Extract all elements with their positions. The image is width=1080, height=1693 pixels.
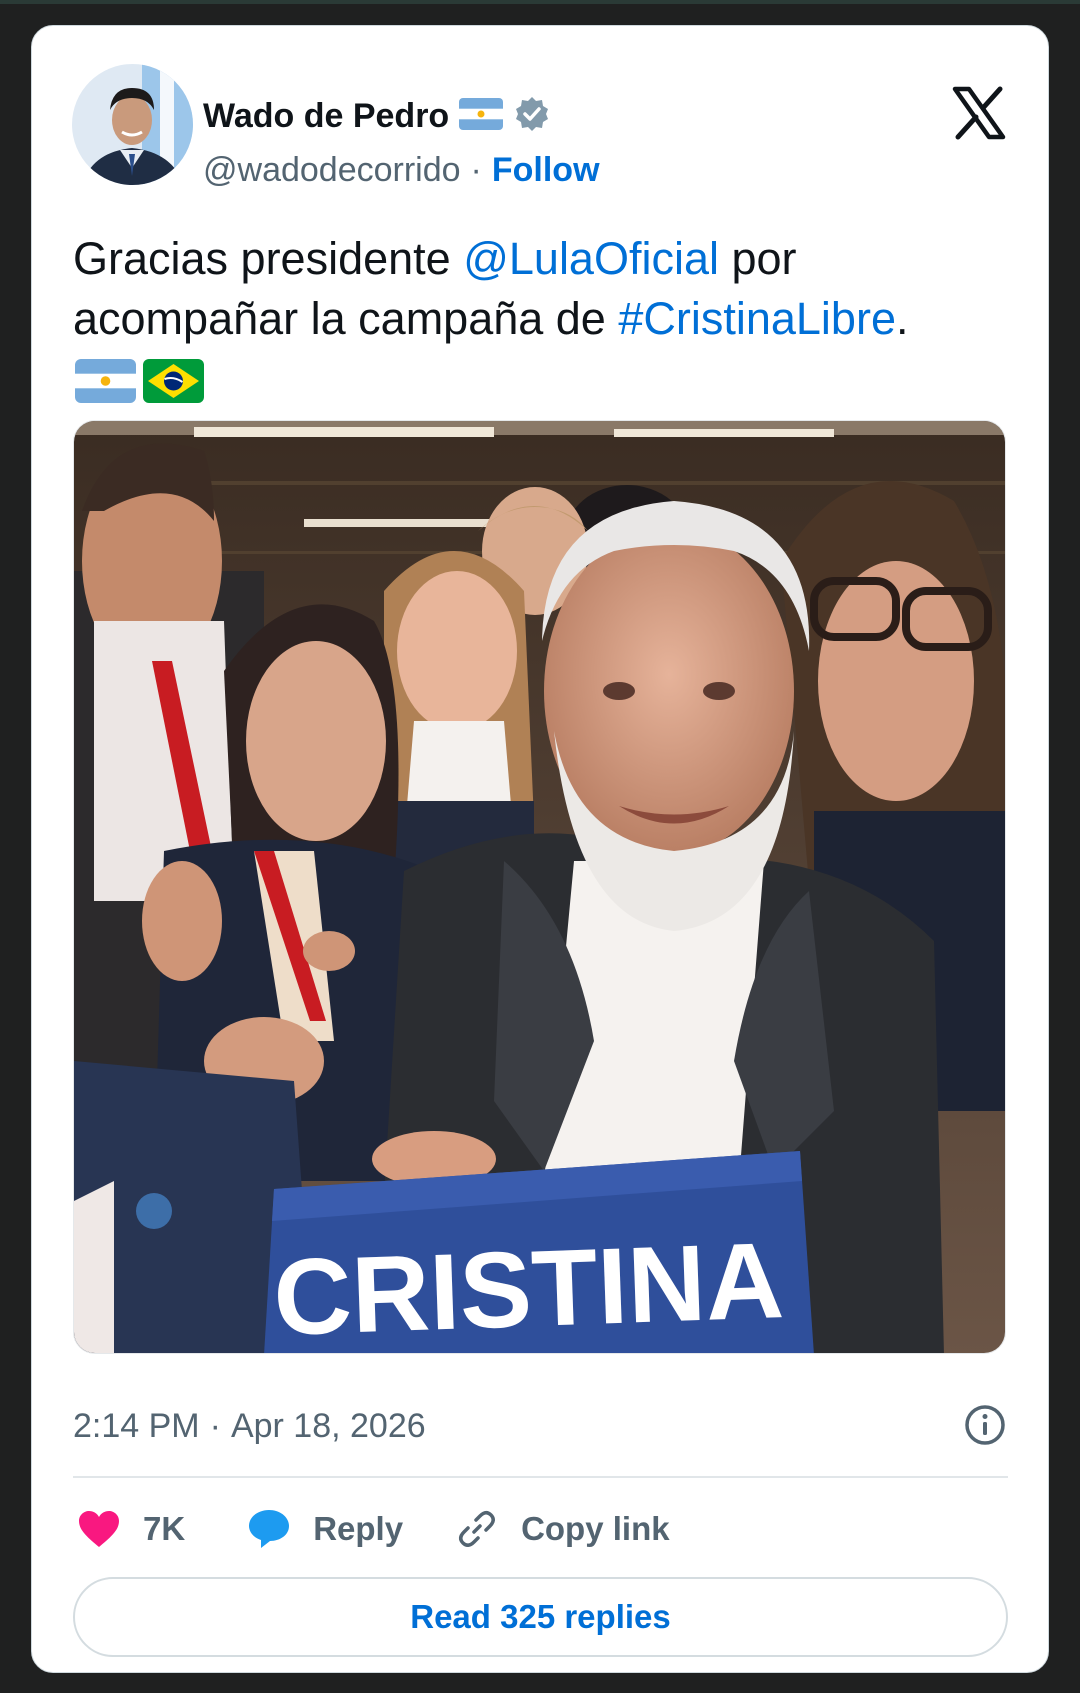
reply-button[interactable]: Reply	[247, 1508, 403, 1550]
sign-text: CRISTINA	[272, 1219, 786, 1354]
action-bar: 7K Reply Copy link	[77, 1503, 670, 1555]
copy-link-button[interactable]: Copy link	[455, 1507, 670, 1551]
copy-link-label: Copy link	[521, 1510, 670, 1547]
timestamp-separator: ·	[209, 1406, 221, 1445]
read-replies-button[interactable]: Read 325 replies	[73, 1577, 1008, 1657]
tweet-time: 2:14 PM	[73, 1406, 200, 1445]
handle-separator: ·	[470, 150, 482, 189]
tweet-date: Apr 18, 2026	[230, 1406, 426, 1445]
avatar[interactable]	[72, 64, 193, 185]
embedded-tweet-card: Wado de Pedro @wadodecorrido · Follow Gr…	[31, 25, 1049, 1673]
tweet-timestamp[interactable]: 2:14 PM · Apr 18, 2026	[73, 1404, 426, 1448]
hashtag-link[interactable]: #CristinaLibre	[618, 293, 896, 344]
tweet-text-part: .	[895, 293, 909, 344]
heart-icon	[77, 1509, 121, 1549]
tweet-flags	[75, 359, 204, 405]
reply-label: Reply	[313, 1510, 404, 1547]
like-count: 7K	[143, 1510, 186, 1547]
brazil-flag-icon	[143, 359, 204, 403]
status-strip	[0, 0, 1080, 4]
tweet-photo[interactable]: CRISTINA	[73, 420, 1006, 1354]
argentina-flag-icon	[75, 359, 136, 403]
link-icon	[455, 1507, 499, 1551]
verified-badge-icon	[513, 95, 551, 138]
x-logo-icon[interactable]	[952, 86, 1006, 140]
follow-button[interactable]: Follow	[492, 151, 600, 190]
argentina-flag-icon	[459, 97, 504, 135]
mention-link[interactable]: @LulaOficial	[463, 233, 719, 284]
like-button[interactable]: 7K	[77, 1509, 185, 1549]
author-name-row: Wado de Pedro	[203, 94, 551, 138]
info-icon[interactable]	[963, 1403, 1007, 1447]
reply-bubble-icon	[247, 1508, 291, 1550]
author-display-name[interactable]: Wado de Pedro	[203, 97, 449, 136]
divider	[73, 1476, 1008, 1478]
tweet-text: Gracias presidente @LulaOficial por acom…	[73, 229, 1013, 349]
author-handle[interactable]: @wadodecorrido	[203, 151, 461, 190]
author-handle-row: @wadodecorrido · Follow	[203, 148, 600, 192]
tweet-text-part: Gracias presidente	[73, 233, 464, 284]
